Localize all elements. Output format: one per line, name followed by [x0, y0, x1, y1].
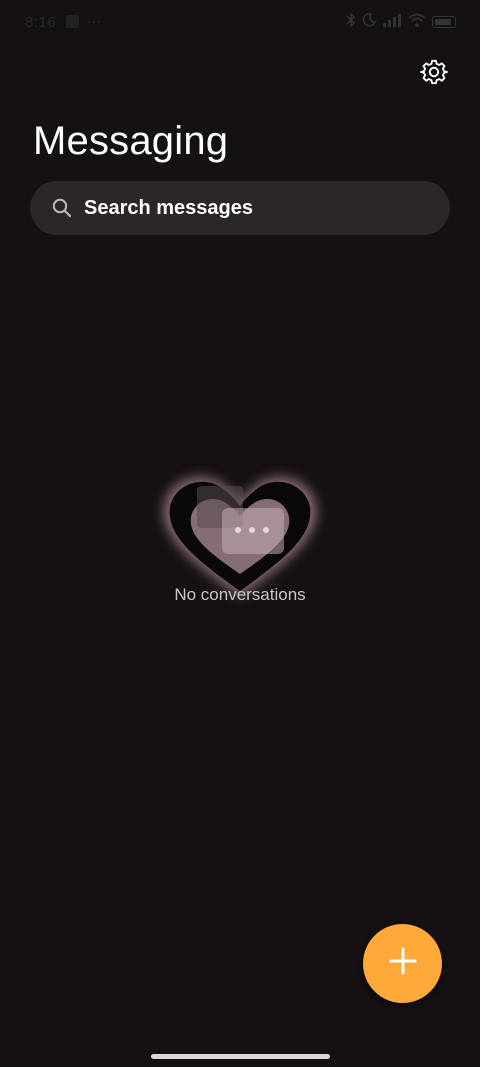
signal-icon	[382, 13, 402, 32]
home-indicator[interactable]	[151, 1054, 330, 1059]
search-placeholder: Search messages	[84, 196, 254, 219]
battery-icon	[432, 16, 456, 28]
settings-button[interactable]	[417, 58, 451, 92]
search-icon	[52, 198, 72, 218]
gear-icon	[420, 59, 448, 92]
status-icons	[346, 11, 456, 33]
status-bar: 8:16 ···	[0, 0, 480, 48]
empty-state-message: No conversations	[174, 585, 306, 604]
plus-icon	[388, 946, 418, 981]
wifi-icon	[408, 13, 426, 32]
more-notifications-icon: ···	[87, 13, 101, 29]
do-not-disturb-icon	[362, 12, 377, 32]
status-time: 8:16	[25, 14, 57, 31]
page-title: Messaging	[33, 119, 229, 163]
new-conversation-button[interactable]	[363, 924, 442, 1003]
notification-icon	[66, 15, 79, 28]
bluetooth-icon	[346, 11, 356, 33]
search-bar[interactable]: Search messages	[30, 181, 450, 235]
